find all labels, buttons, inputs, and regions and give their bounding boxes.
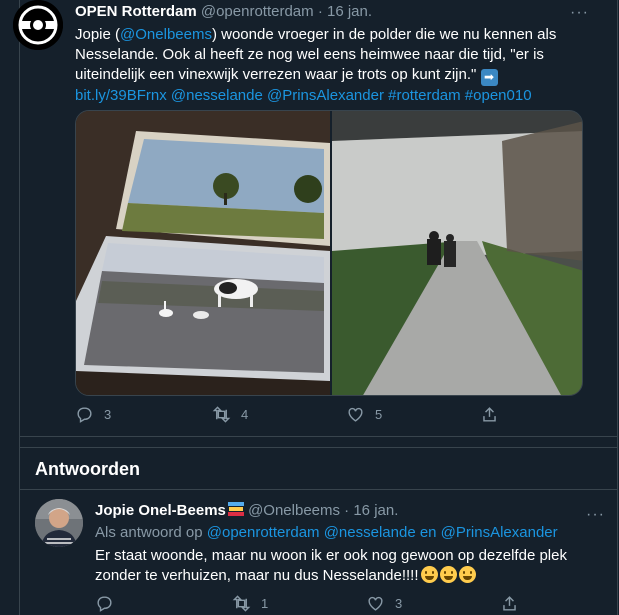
more-icon[interactable]: ···: [570, 4, 589, 22]
smiley-icon: [420, 566, 438, 583]
section-divider: [20, 447, 617, 448]
reply-action[interactable]: 3: [75, 405, 111, 424]
reply-date[interactable]: 16 jan.: [353, 502, 398, 519]
retweet-action[interactable]: 1: [232, 594, 268, 613]
reply-action[interactable]: [95, 594, 124, 613]
reply-author-handle[interactable]: @Onelbeems: [248, 502, 340, 519]
mention-link[interactable]: @Onelbeems: [120, 26, 212, 43]
like-action[interactable]: 3: [366, 594, 402, 613]
author-avatar[interactable]: [13, 0, 63, 50]
replying-to-links[interactable]: @openrotterdam @nesselande en @PrinsAlex…: [207, 524, 558, 541]
reply-icon: [77, 407, 92, 423]
reply-author-avatar[interactable]: [35, 499, 83, 547]
retweet-action[interactable]: 4: [212, 405, 248, 424]
right-arrow-icon: ➡: [480, 69, 498, 86]
reply-header-separator: ·: [344, 502, 350, 519]
books-icon: [227, 502, 244, 516]
reply-header: Jopie Onel-Beems @Onelbeems · 16 jan.: [95, 502, 398, 519]
header-separator: ·: [317, 3, 323, 20]
more-icon[interactable]: ···: [586, 506, 605, 524]
share-icon: [483, 407, 496, 422]
retweet-count: 1: [261, 596, 269, 611]
timeline-border-right: [617, 0, 618, 615]
retweet-icon: [232, 595, 251, 612]
tweet-text: Jopie (@Onelbeems) woonde vroeger in de …: [75, 25, 580, 106]
share-action[interactable]: [480, 405, 499, 424]
replies-heading: Antwoorden: [35, 459, 140, 479]
timeline-border-left: [19, 0, 20, 615]
reply-actions: 1 3: [95, 594, 535, 614]
share-action[interactable]: [500, 594, 519, 613]
reply-text-body: Er staat woonde, maar nu woon ik er ook …: [95, 547, 567, 584]
tweet-actions: 3 4 5: [75, 405, 515, 425]
smiley-icon: [439, 566, 457, 583]
smiley-icon: [458, 566, 476, 583]
section-divider: [20, 436, 617, 437]
heart-icon: [348, 407, 363, 422]
replying-prefix: Als antwoord op: [95, 524, 203, 541]
replies-divider: [20, 489, 617, 490]
heart-icon: [368, 596, 383, 611]
tweet-header: OPEN Rotterdam @openrotterdam · 16 jan.: [75, 3, 372, 20]
tweet-date[interactable]: 16 jan.: [327, 3, 372, 20]
author-handle[interactable]: @openrotterdam: [201, 3, 314, 20]
like-count: 5: [375, 407, 383, 422]
reply-text: Er staat woonde, maar nu woon ik er ook …: [95, 546, 595, 586]
reply-author-name[interactable]: Jopie Onel-Beems: [95, 502, 226, 519]
like-count: 3: [395, 596, 403, 611]
retweet-icon: [212, 406, 231, 423]
url-link[interactable]: bit.ly/39BFrnx: [75, 87, 167, 104]
media-photo-polder[interactable]: [76, 111, 330, 395]
tweet-media[interactable]: [75, 110, 583, 396]
tweet-text-part: Jopie (: [75, 26, 121, 43]
reply-count: 3: [104, 407, 112, 422]
replying-to: Als antwoord op @openrotterdam @nesselan…: [95, 524, 558, 541]
hashtag-links[interactable]: @nesselande @PrinsAlexander #rotterdam #…: [171, 87, 532, 104]
retweet-count: 4: [241, 407, 249, 422]
share-icon: [503, 596, 516, 611]
media-photo-path[interactable]: [332, 111, 582, 395]
author-name[interactable]: OPEN Rotterdam: [75, 3, 197, 20]
reply-icon: [97, 596, 112, 612]
like-action[interactable]: 5: [346, 405, 382, 424]
